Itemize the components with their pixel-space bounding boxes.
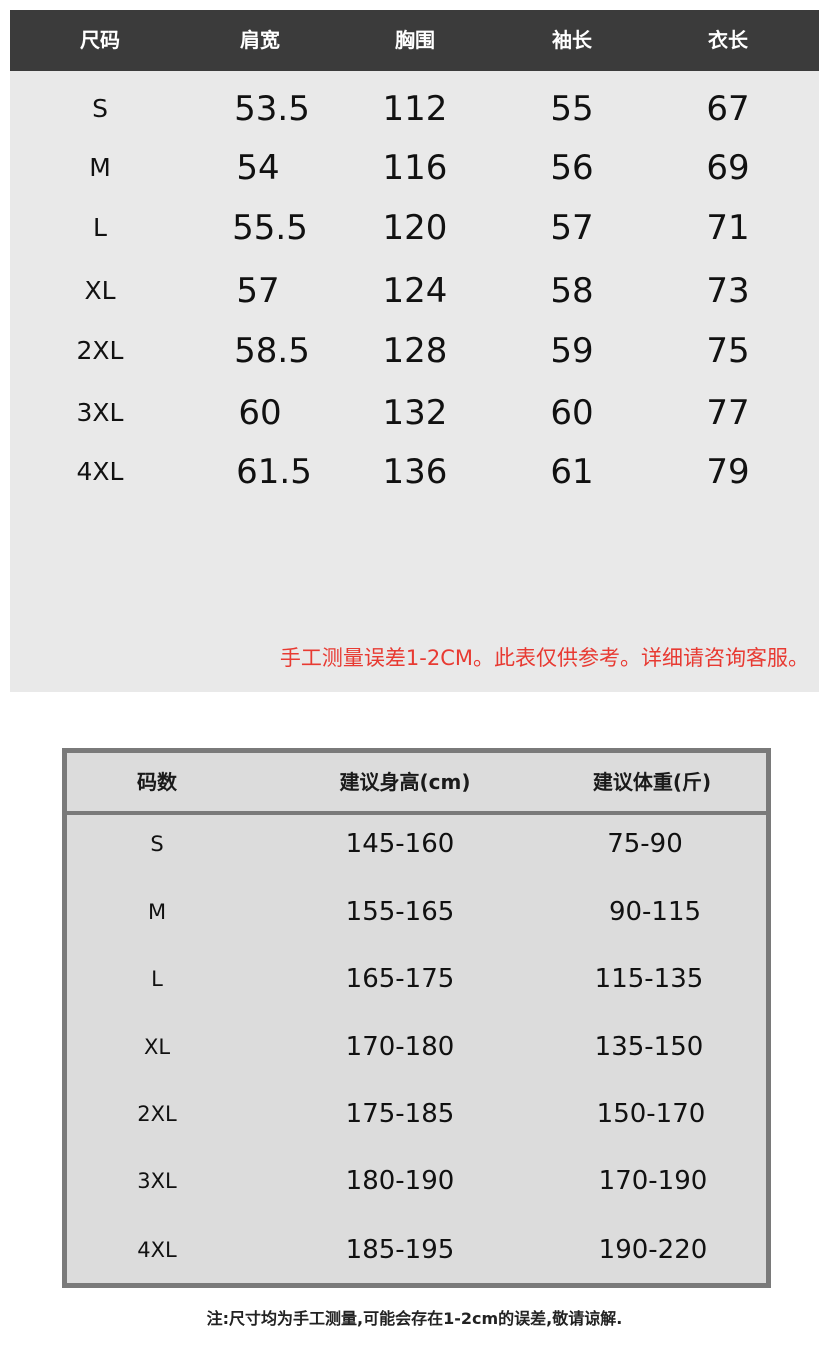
header-weight: 建议体重(斤) [592, 770, 712, 794]
size-cell: 3XL [137, 1169, 177, 1193]
sleeve-cell: 59 [550, 331, 594, 371]
height-cell: 145-160 [345, 829, 455, 859]
length-cell: 75 [706, 331, 750, 371]
size-cell: 2XL [76, 336, 124, 365]
shoulder-cell: 61.5 [236, 452, 312, 492]
chest-cell: 136 [382, 452, 448, 492]
length-cell: 79 [706, 452, 750, 492]
chest-cell: 124 [382, 271, 448, 311]
size-cell: XL [143, 1035, 171, 1059]
table-row: 4XL 61.5 136 61 79 [10, 442, 819, 502]
chest-cell: 132 [382, 393, 448, 433]
height-cell: 185-195 [345, 1235, 455, 1265]
sleeve-cell: 61 [550, 452, 594, 492]
header-height: 建议身高(cm) [339, 770, 471, 794]
table-row: XL 170-180 135-150 [67, 1017, 766, 1077]
size-cell: 2XL [137, 1102, 177, 1126]
size-cell: S [92, 94, 108, 123]
size-cell: S [150, 832, 164, 856]
shoulder-cell: 55.5 [232, 208, 308, 248]
table-row: 4XL 185-195 190-220 [67, 1220, 766, 1280]
shoulder-cell: 54 [236, 148, 280, 188]
shoulder-cell: 57 [236, 271, 280, 311]
table-row: M 54 116 56 69 [10, 138, 819, 198]
weight-cell: 135-150 [594, 1032, 704, 1062]
table-row: 2XL 175-185 150-170 [67, 1084, 766, 1144]
table-row: L 165-175 115-135 [67, 949, 766, 1009]
size-cell: XL [84, 276, 116, 305]
size-chart: 尺码 肩宽 胸围 袖长 衣长 S 53.5 112 55 67 M 54 116… [10, 10, 819, 692]
length-cell: 71 [706, 208, 750, 248]
sleeve-cell: 56 [550, 148, 594, 188]
chest-cell: 120 [382, 208, 448, 248]
recommend-chart-header: 码数 建议身高(cm) 建议体重(斤) [67, 753, 766, 815]
header-size: 尺码 [80, 28, 120, 52]
chest-cell: 112 [382, 89, 448, 129]
shoulder-cell: 60 [238, 393, 282, 433]
table-row: 3XL 60 132 60 77 [10, 383, 819, 443]
table-row: M 155-165 90-115 [67, 882, 766, 942]
table-row: 3XL 180-190 170-190 [67, 1151, 766, 1211]
sleeve-cell: 57 [550, 208, 594, 248]
length-cell: 67 [706, 89, 750, 129]
table-row: L 55.5 120 57 71 [10, 198, 819, 258]
weight-cell: 190-220 [598, 1235, 708, 1265]
chest-cell: 116 [382, 148, 448, 188]
size-cell: 4XL [76, 457, 124, 486]
measurement-note: 手工测量误差1-2CM。此表仅供参考。详细请咨询客服。 [279, 646, 809, 670]
size-chart-header: 尺码 肩宽 胸围 袖长 衣长 [10, 10, 819, 71]
table-row: XL 57 124 58 73 [10, 261, 819, 321]
header-shoulder: 肩宽 [240, 28, 280, 52]
length-cell: 77 [706, 393, 750, 433]
weight-cell: 150-170 [596, 1099, 706, 1129]
height-cell: 155-165 [345, 897, 455, 927]
length-cell: 69 [706, 148, 750, 188]
header-size: 码数 [137, 770, 177, 794]
sleeve-cell: 55 [550, 89, 594, 129]
weight-cell: 75-90 [607, 829, 683, 859]
weight-cell: 90-115 [608, 897, 702, 927]
size-cell: L [93, 213, 107, 242]
weight-cell: 170-190 [598, 1166, 708, 1196]
height-cell: 180-190 [345, 1166, 455, 1196]
header-sleeve: 袖长 [552, 28, 592, 52]
recommend-chart: 码数 建议身高(cm) 建议体重(斤) S 145-160 75-90 M 15… [62, 748, 771, 1288]
table-row: S 53.5 112 55 67 [10, 79, 819, 139]
chest-cell: 128 [382, 331, 448, 371]
height-cell: 165-175 [345, 964, 455, 994]
height-cell: 170-180 [345, 1032, 455, 1062]
header-length: 衣长 [708, 28, 748, 52]
header-chest: 胸围 [395, 28, 435, 52]
size-cell: 4XL [137, 1238, 177, 1262]
size-cell: M [147, 900, 167, 924]
height-cell: 175-185 [345, 1099, 455, 1129]
size-cell: 3XL [76, 398, 124, 427]
shoulder-cell: 58.5 [234, 331, 310, 371]
sleeve-cell: 60 [550, 393, 594, 433]
table-row: 2XL 58.5 128 59 75 [10, 321, 819, 381]
sleeve-cell: 58 [550, 271, 594, 311]
length-cell: 73 [706, 271, 750, 311]
size-cell: L [151, 967, 163, 991]
weight-cell: 115-135 [594, 964, 704, 994]
footnote: 注:尺寸均为手工测量,可能会存在1-2cm的误差,敬请谅解. [206, 1309, 623, 1328]
size-cell: M [89, 153, 111, 182]
shoulder-cell: 53.5 [234, 89, 310, 129]
table-row: S 145-160 75-90 [67, 814, 766, 874]
